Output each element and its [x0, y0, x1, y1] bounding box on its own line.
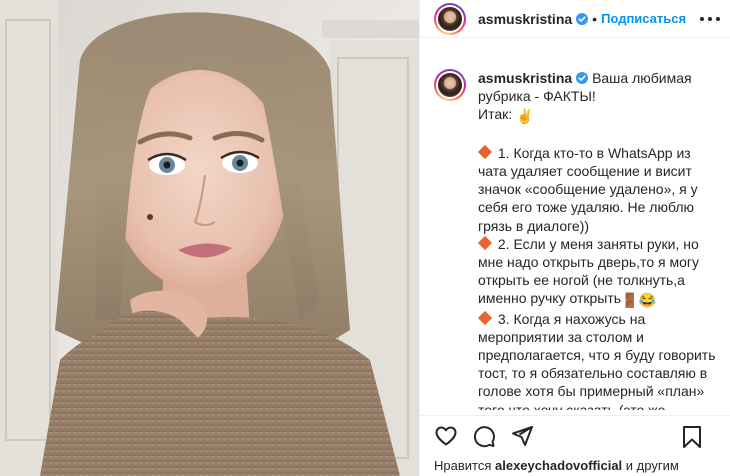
caption-avatar[interactable]: [434, 69, 466, 101]
caption-fact-2: 2. Если у меня заняты руки, но мне надо …: [478, 235, 703, 307]
more-options-icon[interactable]: [700, 11, 720, 27]
share-icon[interactable]: [510, 424, 534, 448]
separator-dot: •: [592, 10, 598, 27]
caption-scroll-area[interactable]: asmuskristina Ваша любимая рубрика - ФАК…: [420, 69, 730, 410]
verified-badge-icon: [576, 12, 589, 25]
caption-username[interactable]: asmuskristina: [478, 70, 572, 86]
heart-icon[interactable]: [434, 424, 458, 448]
likes-summary: Нравится alexeychadovofficial и другим: [434, 458, 679, 473]
caption-fact-1: 1. Когда кто-то в WhatsApp из чата удаля…: [478, 144, 702, 234]
likes-user-link[interactable]: alexeychadovofficial: [495, 458, 622, 473]
likes-prefix: Нравится: [434, 458, 492, 473]
follow-button[interactable]: Подписаться: [601, 11, 686, 26]
comment-icon[interactable]: [472, 424, 496, 448]
caption-fact-3: 3. Когда я нахожусь на мероприятии за ст…: [478, 310, 716, 410]
author-username[interactable]: asmuskristina: [478, 11, 572, 27]
portrait-image: [0, 0, 419, 476]
caption-row: asmuskristina Ваша любимая рубрика - ФАК…: [434, 69, 717, 410]
likes-suffix: и другим: [625, 458, 679, 473]
victory-hand-icon: ✌: [516, 108, 534, 125]
post-header: asmuskristina • Подписаться: [420, 0, 730, 38]
caption-intro: Итак:: [478, 106, 513, 123]
post-photo[interactable]: [0, 0, 419, 476]
post-side-panel: asmuskristina • Подписаться asmuskristin…: [419, 0, 730, 476]
door-icon: 🚪: [621, 292, 639, 309]
orange-diamond-icon: [477, 310, 493, 325]
post-actions-bar: [420, 415, 730, 455]
caption-text: asmuskristina Ваша любимая рубрика - ФАК…: [477, 69, 717, 410]
bookmark-icon[interactable]: [681, 425, 703, 449]
laughing-face-icon: 😂: [638, 292, 656, 309]
orange-diamond-icon: [477, 235, 493, 250]
author-avatar[interactable]: [434, 2, 466, 35]
verified-badge-icon: [576, 72, 589, 84]
orange-diamond-icon: [477, 144, 493, 159]
